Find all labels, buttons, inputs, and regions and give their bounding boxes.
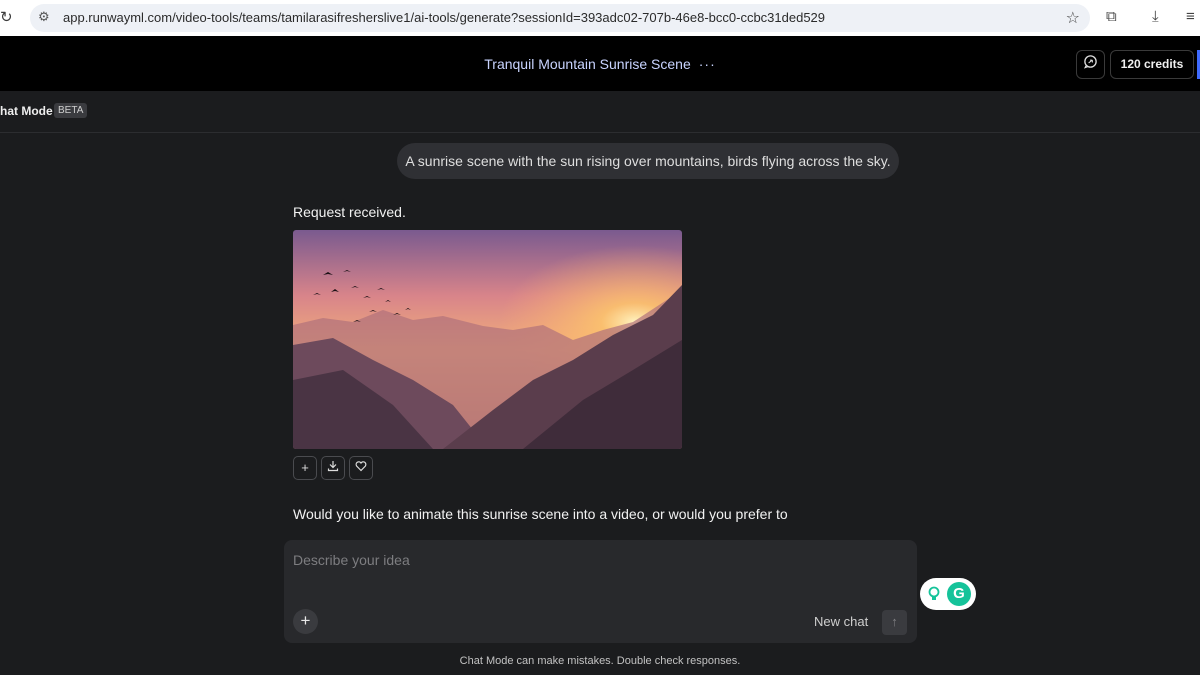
extensions-icon[interactable]: ⧉ [1106, 8, 1117, 25]
download-image-button[interactable] [321, 456, 345, 480]
chat-mode-label: hat Mode [0, 104, 53, 118]
user-message: A sunrise scene with the sun rising over… [397, 143, 899, 179]
chat-icon-button[interactable] [1076, 50, 1105, 79]
grammarly-g-icon: G [947, 582, 971, 606]
browser-toolbar: ↻ ⚙ app.runwayml.com/video-tools/teams/t… [0, 0, 1200, 36]
credits-button[interactable]: 120 credits [1110, 50, 1194, 79]
url-text[interactable]: app.runwayml.com/video-tools/teams/tamil… [63, 10, 825, 25]
attach-button[interactable]: + [293, 609, 318, 634]
sunrise-image [293, 230, 682, 449]
new-chat-button[interactable]: New chat [814, 614, 868, 629]
star-icon[interactable]: ☆ [1066, 8, 1080, 28]
page-title[interactable]: Tranquil Mountain Sunrise Scene ··· [0, 56, 1200, 72]
assistant-followup: Would you like to animate this sunrise s… [293, 506, 788, 522]
add-button[interactable]: + [293, 456, 317, 480]
app-header: Tranquil Mountain Sunrise Scene ··· 120 c… [0, 36, 1200, 91]
tab-search-icon[interactable]: ≡ [1186, 8, 1195, 25]
chat-bubble-icon [1083, 55, 1097, 69]
heart-icon [355, 461, 367, 472]
session-title[interactable]: Tranquil Mountain Sunrise Scene [484, 56, 691, 72]
download-icon [327, 461, 339, 472]
favorite-button[interactable] [349, 456, 373, 480]
address-bar[interactable]: ⚙ app.runwayml.com/video-tools/teams/tam… [30, 4, 1090, 32]
prompt-composer[interactable]: Describe your idea + New chat ↑ [284, 540, 917, 643]
site-info-icon[interactable]: ⚙ [38, 9, 56, 27]
reload-icon[interactable]: ↻ [0, 8, 16, 28]
prompt-input[interactable]: Describe your idea [293, 552, 410, 568]
download-icon[interactable]: ⤓ [1152, 8, 1159, 25]
mode-bar: hat Mode BETA [0, 91, 1200, 133]
grammarly-widget[interactable]: G [920, 578, 976, 610]
generated-image[interactable] [293, 230, 682, 449]
lightbulb-icon [928, 586, 940, 600]
assistant-ack: Request received. [293, 204, 406, 220]
more-options-icon[interactable]: ··· [699, 56, 716, 72]
disclaimer: Chat Mode can make mistakes. Double chec… [459, 655, 741, 667]
send-button[interactable]: ↑ [882, 610, 907, 635]
beta-badge: BETA [54, 103, 88, 118]
